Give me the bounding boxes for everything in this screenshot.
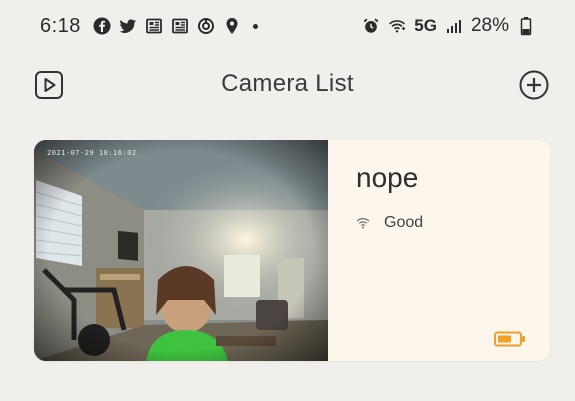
status-bar-left: 6:18 [40,15,258,38]
camera-signal-status: Good [356,214,423,232]
camera-card[interactable]: 2021-07-29 18:16:02 nope Good [34,140,550,361]
camera-thumbnail[interactable]: 2021-07-29 18:16:02 [34,140,328,361]
wifi-icon [388,17,406,35]
camera-timestamp: 2021-07-29 18:16:02 [47,149,137,157]
status-bar-right: 5G 28% [362,15,535,37]
app-header: Camera List [0,58,575,110]
news-icon [171,17,189,35]
location-pin-icon [223,17,241,35]
facebook-icon [93,17,111,35]
battery-percent: 28% [470,15,509,36]
page-title: Camera List [221,70,354,97]
camera-name: nope [356,162,419,193]
camera-battery-icon [494,331,526,347]
twitter-icon [119,17,137,35]
network-type: 5G [414,16,437,35]
alarm-icon [362,17,380,35]
signal-icon [445,17,463,35]
signal-label: Good [384,214,424,231]
status-time: 6:18 [40,14,81,37]
wifi-icon [356,218,370,229]
add-circle-icon [519,70,549,100]
news-icon [145,17,163,35]
sync-icon [197,17,215,35]
add-camera-button[interactable] [517,68,551,102]
dot-icon [252,23,258,29]
status-bar: 6:18 5G 28% [0,0,575,52]
battery-icon [517,17,535,36]
